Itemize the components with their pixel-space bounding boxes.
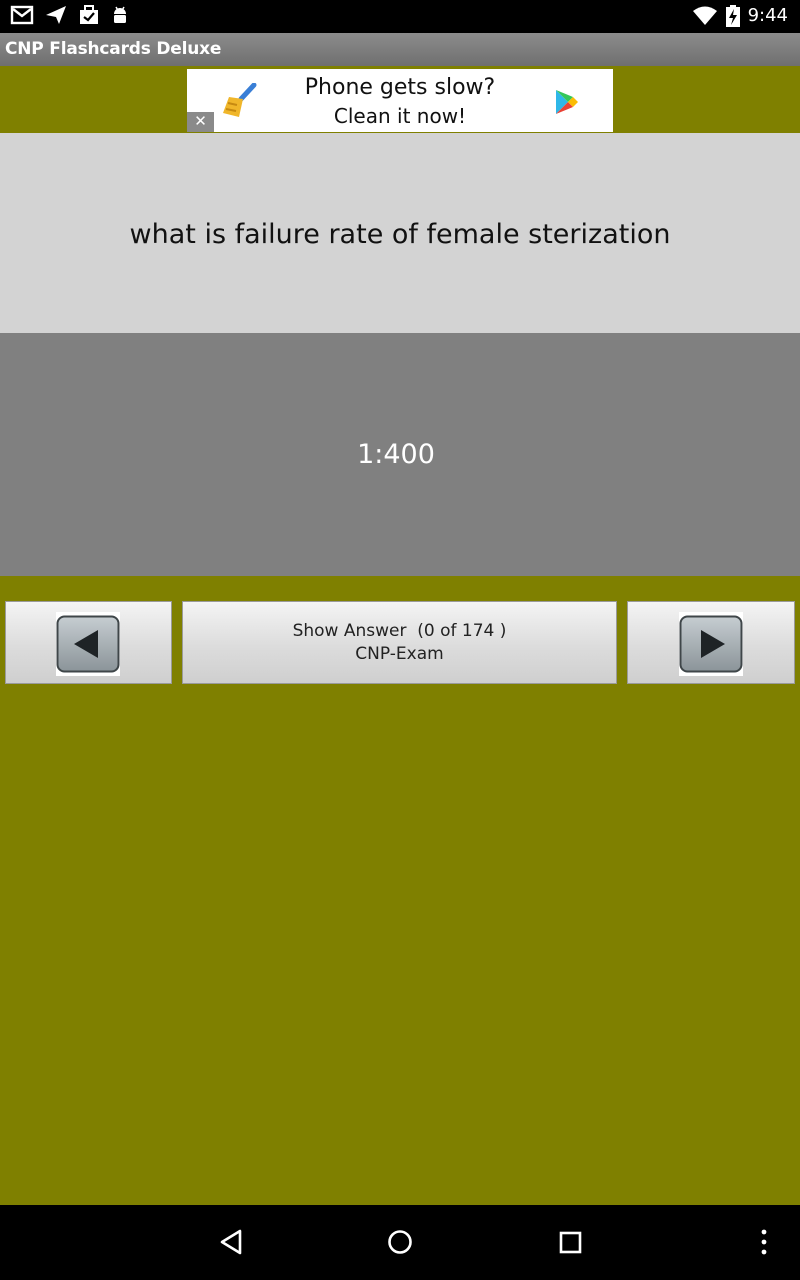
next-card-button[interactable] [627,601,795,684]
notification-icons [10,4,130,26]
play-store-icon [555,89,579,120]
ad-text: Phone gets slow? Clean it now! [187,73,613,131]
title-bar: CNP Flashcards Deluxe [0,33,800,66]
arrow-left-icon [56,612,120,676]
app-title: CNP Flashcards Deluxe [5,39,222,59]
wifi-icon [692,5,718,27]
system-icons: 9:44 [692,4,788,28]
ad-subline: Clean it now! [333,104,467,128]
send-icon [44,4,68,26]
status-bar: 9:44 [0,0,800,33]
show-answer-button[interactable]: Show Answer (0 of 174 ) CNP-Exam [182,601,617,684]
battery-charging-icon [725,5,740,27]
arrow-right-icon [679,612,743,676]
recents-icon[interactable] [558,1225,584,1259]
ad-close-button[interactable]: ✕ [187,112,214,132]
android-icon [110,4,130,26]
overflow-menu-icon[interactable] [754,1225,774,1259]
briefcase-icon [78,4,100,26]
navigation-bar [0,1205,800,1280]
gmail-icon [10,4,34,26]
show-answer-label: Show Answer (0 of 174 ) [292,620,507,641]
ad-headline: Phone gets slow? [304,75,496,100]
answer-panel: 1:400 [0,333,800,576]
previous-card-button[interactable] [5,601,172,684]
clock: 9:44 [747,5,788,26]
deck-name: CNP-Exam [355,643,444,664]
question-panel: what is failure rate of female sterizati… [0,133,800,333]
ad-banner[interactable]: Phone gets slow? Clean it now! [187,69,613,132]
back-icon[interactable] [218,1225,244,1259]
home-icon[interactable] [386,1225,414,1259]
question-text: what is failure rate of female sterizati… [129,218,671,250]
answer-text: 1:400 [357,439,435,470]
